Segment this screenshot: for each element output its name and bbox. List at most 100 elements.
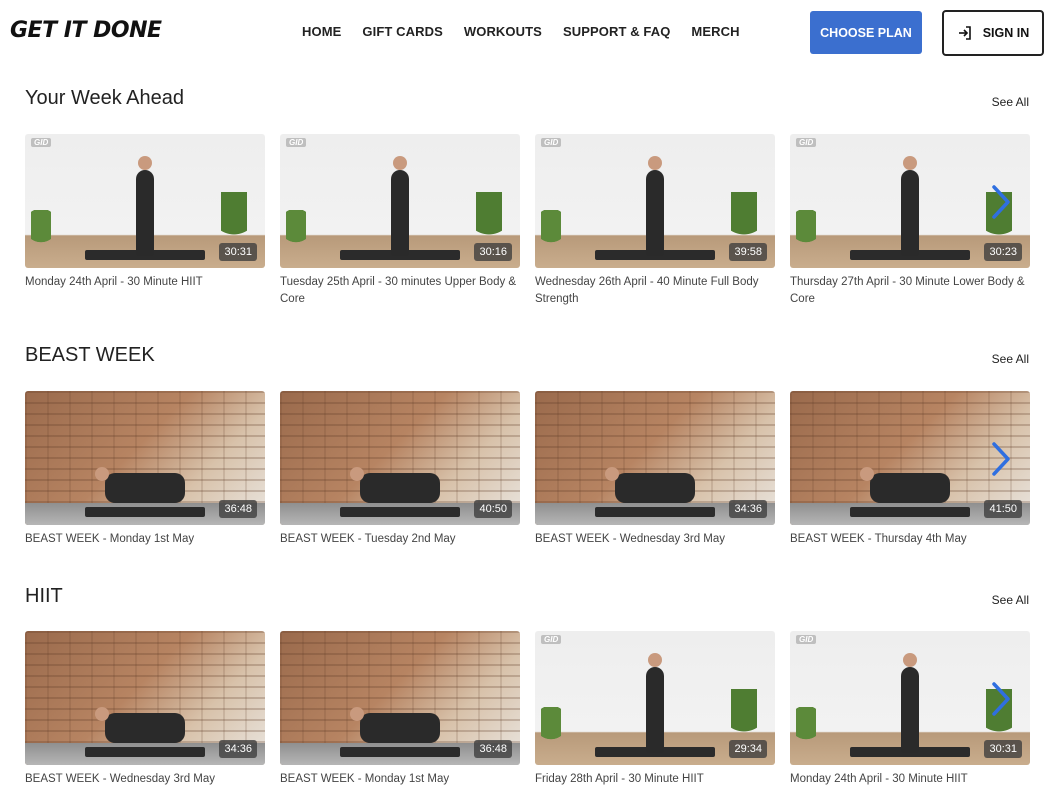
card-caption[interactable]: Thursday 27th April - 30 Minute Lower Bo… xyxy=(790,274,1030,308)
trainer-figure xyxy=(136,156,154,256)
card-caption[interactable]: Wednesday 26th April - 40 Minute Full Bo… xyxy=(535,274,775,308)
video-thumbnail[interactable]: 34:36 xyxy=(535,391,775,525)
workout-card[interactable]: GID 29:34 Friday 28th April - 30 Minute … xyxy=(535,631,775,788)
card-caption[interactable]: Monday 24th April - 30 Minute HIIT xyxy=(790,771,1030,788)
video-thumbnail[interactable]: GID 30:31 xyxy=(25,134,265,268)
trainer-figure xyxy=(901,156,919,256)
duration-badge: 40:50 xyxy=(474,500,512,518)
see-all-hiit[interactable]: See All xyxy=(992,593,1029,607)
workout-card[interactable]: GID 30:16 Tuesday 25th April - 30 minute… xyxy=(280,134,520,308)
plant-image xyxy=(796,210,816,254)
gid-badge: GID xyxy=(541,138,562,147)
duration-badge: 34:36 xyxy=(219,740,257,758)
trainer-figure xyxy=(901,653,919,753)
video-thumbnail[interactable]: GID 30:31 xyxy=(790,631,1030,765)
video-thumbnail[interactable]: GID 30:23 xyxy=(790,134,1030,268)
gid-badge: GID xyxy=(541,635,562,644)
video-thumbnail[interactable]: GID 39:58 xyxy=(535,134,775,268)
card-caption[interactable]: Tuesday 25th April - 30 minutes Upper Bo… xyxy=(280,274,520,308)
section-title-beast-week: BEAST WEEK xyxy=(25,344,155,366)
mat-image xyxy=(340,507,460,517)
plant-image xyxy=(541,210,561,254)
section-title-hiit: HIIT xyxy=(25,585,63,607)
plant-image xyxy=(541,707,561,751)
nav-gift-cards[interactable]: GIFT CARDS xyxy=(362,24,442,39)
mat-image xyxy=(850,507,970,517)
section-title-week-ahead: Your Week Ahead xyxy=(25,87,185,109)
duration-badge: 29:34 xyxy=(729,740,767,758)
gid-badge: GID xyxy=(796,138,817,147)
chevron-right-icon xyxy=(992,682,1010,716)
nav-home[interactable]: HOME xyxy=(302,24,341,39)
workout-card[interactable]: GID 30:31 Monday 24th April - 30 Minute … xyxy=(25,134,265,291)
duration-badge: 36:48 xyxy=(219,500,257,518)
chevron-right-icon xyxy=(992,442,1010,476)
duration-badge: 36:48 xyxy=(474,740,512,758)
card-caption[interactable]: BEAST WEEK - Thursday 4th May xyxy=(790,531,1030,548)
plant-image xyxy=(796,707,816,751)
gid-badge: GID xyxy=(31,138,52,147)
workout-card[interactable]: GID 39:58 Wednesday 26th April - 40 Minu… xyxy=(535,134,775,308)
choose-plan-button[interactable]: CHOOSE PLAN xyxy=(810,11,922,54)
workout-card[interactable]: 36:48 BEAST WEEK - Monday 1st May xyxy=(25,391,265,548)
carousel-next-button[interactable] xyxy=(986,681,1016,717)
card-caption[interactable]: BEAST WEEK - Tuesday 2nd May xyxy=(280,531,520,548)
duration-badge: 39:58 xyxy=(729,243,767,261)
mat-image xyxy=(85,507,205,517)
duration-badge: 30:31 xyxy=(219,243,257,261)
see-all-beast-week[interactable]: See All xyxy=(992,352,1029,366)
card-caption[interactable]: BEAST WEEK - Wednesday 3rd May xyxy=(25,771,265,788)
card-caption[interactable]: Friday 28th April - 30 Minute HIIT xyxy=(535,771,775,788)
trainer-figure xyxy=(95,467,185,503)
duration-badge: 34:36 xyxy=(729,500,767,518)
trainer-figure xyxy=(95,707,185,743)
chevron-right-icon xyxy=(992,185,1010,219)
nav-merch[interactable]: MERCH xyxy=(691,24,739,39)
plant-image xyxy=(286,210,306,254)
trainer-figure xyxy=(391,156,409,256)
site-header: GET IT DONE HOME GIFT CARDS WORKOUTS SUP… xyxy=(0,0,1055,66)
trainer-figure xyxy=(860,467,950,503)
duration-badge: 41:50 xyxy=(984,500,1022,518)
workout-card[interactable]: 36:48 BEAST WEEK - Monday 1st May xyxy=(280,631,520,788)
duration-badge: 30:31 xyxy=(984,740,1022,758)
video-thumbnail[interactable]: GID 30:16 xyxy=(280,134,520,268)
video-thumbnail[interactable]: 40:50 xyxy=(280,391,520,525)
duration-badge: 30:23 xyxy=(984,243,1022,261)
carousel-next-button[interactable] xyxy=(986,184,1016,220)
card-caption[interactable]: BEAST WEEK - Monday 1st May xyxy=(25,531,265,548)
video-thumbnail[interactable]: 41:50 xyxy=(790,391,1030,525)
trainer-figure xyxy=(646,653,664,753)
workout-card[interactable]: 40:50 BEAST WEEK - Tuesday 2nd May xyxy=(280,391,520,548)
card-caption[interactable]: BEAST WEEK - Monday 1st May xyxy=(280,771,520,788)
video-thumbnail[interactable]: 36:48 xyxy=(280,631,520,765)
mat-image xyxy=(340,747,460,757)
sign-in-button[interactable]: SIGN IN xyxy=(942,10,1044,56)
nav-workouts[interactable]: WORKOUTS xyxy=(464,24,542,39)
workout-card[interactable]: GID 30:31 Monday 24th April - 30 Minute … xyxy=(790,631,1030,788)
duration-badge: 30:16 xyxy=(474,243,512,261)
nav-support-faq[interactable]: SUPPORT & FAQ xyxy=(563,24,670,39)
trainer-figure xyxy=(350,467,440,503)
logo[interactable]: GET IT DONE xyxy=(10,18,162,43)
carousel-next-button[interactable] xyxy=(986,441,1016,477)
plant-image xyxy=(31,210,51,254)
card-caption[interactable]: BEAST WEEK - Wednesday 3rd May xyxy=(535,531,775,548)
see-all-week-ahead[interactable]: See All xyxy=(992,95,1029,109)
mat-image xyxy=(85,747,205,757)
gid-badge: GID xyxy=(796,635,817,644)
video-thumbnail[interactable]: GID 29:34 xyxy=(535,631,775,765)
workout-card[interactable]: GID 30:23 Thursday 27th April - 30 Minut… xyxy=(790,134,1030,308)
trainer-figure xyxy=(646,156,664,256)
sign-in-label: SIGN IN xyxy=(982,26,1030,40)
video-thumbnail[interactable]: 34:36 xyxy=(25,631,265,765)
workout-card[interactable]: 41:50 BEAST WEEK - Thursday 4th May xyxy=(790,391,1030,548)
main-nav: HOME GIFT CARDS WORKOUTS SUPPORT & FAQ M… xyxy=(302,24,761,39)
video-thumbnail[interactable]: 36:48 xyxy=(25,391,265,525)
trainer-figure xyxy=(605,467,695,503)
sign-in-icon xyxy=(958,26,971,40)
card-caption[interactable]: Monday 24th April - 30 Minute HIIT xyxy=(25,274,265,291)
workout-card[interactable]: 34:36 BEAST WEEK - Wednesday 3rd May xyxy=(535,391,775,548)
mat-image xyxy=(595,507,715,517)
workout-card[interactable]: 34:36 BEAST WEEK - Wednesday 3rd May xyxy=(25,631,265,788)
